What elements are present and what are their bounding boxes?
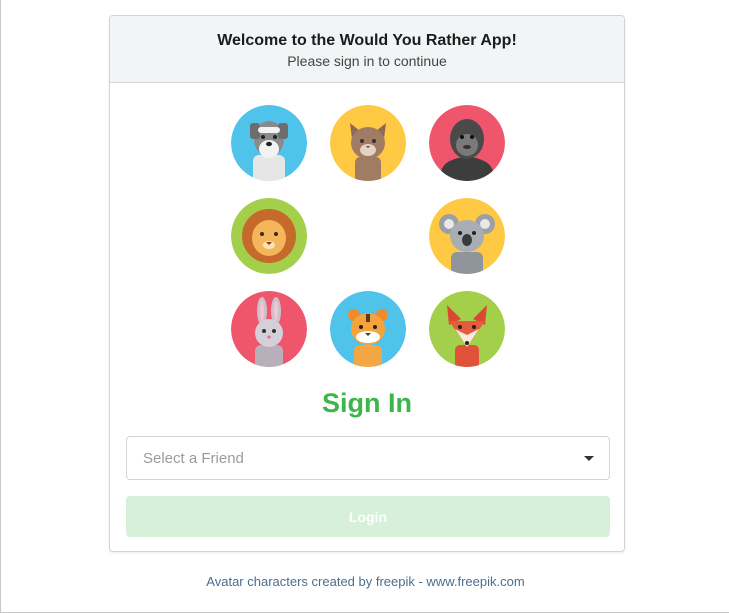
login-button[interactable]: Login (126, 496, 610, 537)
tiger-avatar (330, 291, 406, 367)
attribution-footer: Avatar characters created by freepik - w… (206, 574, 525, 589)
caret-down-icon (584, 456, 594, 461)
fox-avatar (429, 291, 505, 367)
lion-avatar (231, 198, 307, 274)
friend-select-placeholder: Select a Friend (143, 450, 244, 467)
koala-avatar (429, 198, 505, 274)
sign-in-heading: Sign In (322, 388, 412, 418)
login-card: Welcome to the Would You Rather App! Ple… (109, 15, 625, 552)
friend-select-dropdown[interactable]: Select a Friend (126, 436, 610, 480)
cat-avatar (330, 105, 406, 181)
rabbit-avatar (231, 291, 307, 367)
gorilla-avatar (429, 105, 505, 181)
dog-avatar (231, 105, 307, 181)
